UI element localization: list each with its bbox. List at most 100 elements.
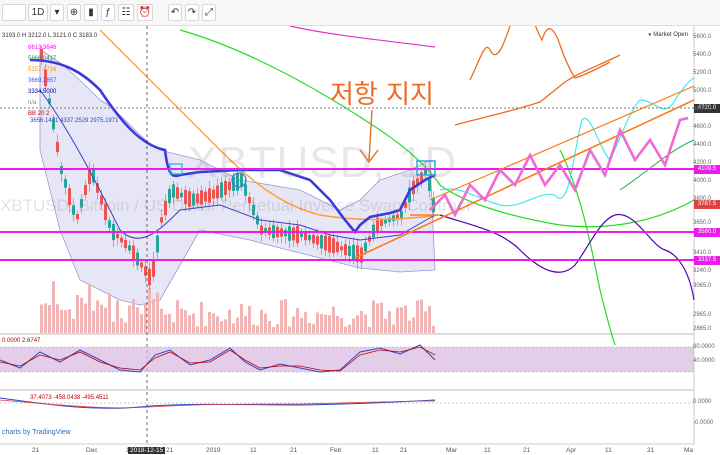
volume-bar <box>172 322 175 333</box>
volume-bar <box>368 326 371 333</box>
x-axis-label: 21 <box>400 447 408 454</box>
candle-body <box>364 242 367 252</box>
candle-body <box>152 259 155 277</box>
ma-value-5: n/a <box>28 100 37 106</box>
volume-bar <box>160 308 163 333</box>
volume-bar <box>72 318 75 333</box>
indicators-icon[interactable]: ƒ <box>101 4 115 21</box>
volume-bar <box>208 311 211 333</box>
volume-bar <box>44 303 47 333</box>
redo-icon[interactable]: ↷ <box>185 4 199 21</box>
volume-bar <box>296 307 299 333</box>
volume-bar <box>256 325 259 333</box>
volume-bar <box>412 317 415 333</box>
volume-bar <box>340 318 343 333</box>
candle-body <box>64 179 67 188</box>
compare-icon[interactable]: ⊕ <box>67 4 81 21</box>
x-axis-label: 11 <box>372 447 379 454</box>
volume-bar <box>372 300 375 333</box>
volume-bar <box>56 304 59 333</box>
templates-icon[interactable]: ☷ <box>118 4 134 21</box>
volume-bar <box>428 305 431 333</box>
korean-annotation: 저항 지지 <box>330 80 434 110</box>
stoch-level-40: 40.0000 <box>693 358 715 364</box>
price-label-3580: 3580.0 <box>694 228 720 237</box>
volume-bar <box>348 324 351 333</box>
interval-button[interactable]: 1D <box>28 4 48 21</box>
volume-bar <box>240 303 243 333</box>
candle-body <box>380 220 383 226</box>
volume-bar <box>384 318 387 333</box>
volume-bar <box>360 310 363 333</box>
volume-bar <box>148 288 151 333</box>
volume-bar <box>284 299 287 333</box>
x-axis-label: Mar <box>446 447 458 454</box>
volume-bar <box>48 305 51 333</box>
macd-level-neg0: -0.0000 <box>693 420 714 426</box>
ma-values-list: 6613.3646 5866.0417 5157.4716 3669.2857 3334… <box>28 43 56 120</box>
volume-bar <box>192 313 195 333</box>
volume-bar <box>352 318 355 333</box>
ma-value-4: 3334.5000 <box>28 89 57 95</box>
y-axis-label: 4800.0 <box>693 106 712 112</box>
candle-body <box>352 244 355 260</box>
candle-body <box>140 262 143 268</box>
x-axis-label: 11 <box>250 447 257 454</box>
fullscreen-icon[interactable]: ⤢ <box>202 4 216 21</box>
volume-bar <box>224 319 227 333</box>
volume-bar <box>424 311 427 333</box>
volume-bar <box>392 324 395 333</box>
macd-signal-line <box>0 399 436 409</box>
x-axis-label: 21 <box>166 447 174 454</box>
x-axis-label: 21 <box>290 447 298 454</box>
volume-bar <box>60 309 63 333</box>
candle-body <box>340 246 343 251</box>
volume-bar <box>288 326 291 333</box>
candle-body <box>260 225 263 235</box>
y-axis-label: 3065.0 <box>693 283 712 289</box>
ma-value-0: 6613.3646 <box>28 45 57 51</box>
bar-style-icon[interactable]: ▮ <box>84 4 98 21</box>
volume-bar <box>188 315 191 333</box>
x-axis-label: 11 <box>605 447 612 454</box>
candle-body <box>288 226 291 241</box>
volume-bar <box>268 320 271 333</box>
stoch-level-80: 80.0000 <box>693 344 715 350</box>
volume-bar <box>272 326 275 333</box>
interval-dropdown-icon[interactable]: ▾ <box>50 4 64 21</box>
volume-bar <box>376 303 379 333</box>
ma-magenta-top-line <box>289 26 436 48</box>
volume-bar <box>84 303 87 333</box>
volume-bar <box>248 305 251 333</box>
handdrawn-orange-scribble <box>454 26 621 126</box>
stoch-values: 0.0000 2.6747 <box>2 338 41 344</box>
bb-values: 3656.1471 4337.2529 2975.1971 <box>30 118 119 124</box>
candle-body <box>296 225 299 244</box>
volume-bar <box>96 300 99 333</box>
chart-toolbar: 1D ▾ ⊕ ▮ ƒ ☷ ⏰ ↶ ↷ ⤢ <box>0 0 720 26</box>
x-axis-label: Apr <box>566 447 577 454</box>
y-axis-label: 3410.0 <box>693 250 712 256</box>
y-axis-label: 4600.0 <box>693 124 712 130</box>
tradingview-branding[interactable]: charts by TradingView <box>2 429 71 436</box>
volume-bar <box>88 283 91 333</box>
undo-icon[interactable]: ↶ <box>168 4 182 21</box>
candle-body <box>324 235 327 251</box>
price-label-4109: 4109.5 <box>694 165 720 174</box>
volume-bar <box>164 314 167 333</box>
price-label-3337: 3337.5 <box>694 256 720 265</box>
alert-icon[interactable]: ⏰ <box>137 4 153 21</box>
ma-value-1: 5866.0417 <box>28 56 57 62</box>
y-axis-label: 4000.0 <box>693 178 712 184</box>
candle-body <box>148 268 151 286</box>
x-axis-label: 2018-12-15 <box>128 447 166 454</box>
ticker-description: XBTUSD: Bitcoin / US Dollar Perpetual In… <box>0 196 471 215</box>
volume-bar <box>212 313 215 333</box>
volume-bar <box>308 322 311 333</box>
candle-body <box>304 232 307 241</box>
symbol-search-button[interactable] <box>2 4 26 21</box>
volume-bar <box>228 309 231 333</box>
y-axis-label: 2865.0 <box>693 326 712 332</box>
x-axis-label: 21 <box>647 447 655 454</box>
candle-body <box>108 220 111 228</box>
